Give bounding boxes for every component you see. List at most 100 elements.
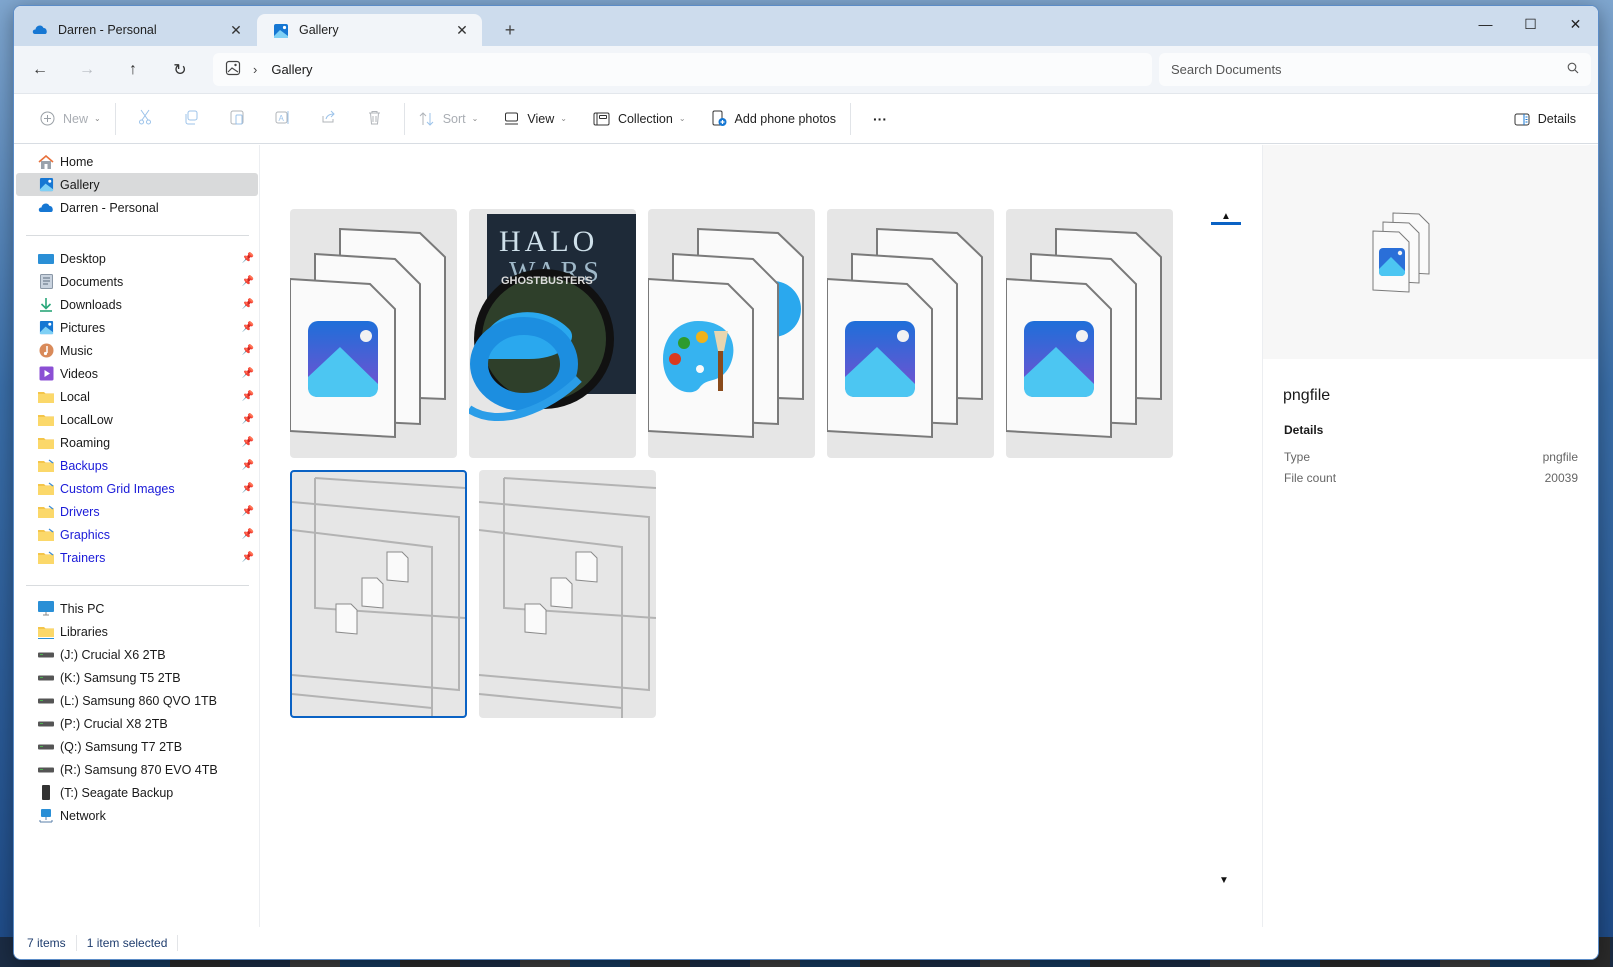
refresh-button[interactable]: ↻: [164, 56, 196, 84]
pin-icon[interactable]: 📌: [242, 276, 254, 287]
sidebar-item-drive-p[interactable]: (P:) Crucial X8 2TB: [16, 712, 258, 735]
pin-icon[interactable]: 📌: [242, 437, 254, 448]
copy-button[interactable]: [168, 102, 214, 136]
gallery-item-selected[interactable]: [290, 470, 467, 718]
paste-button[interactable]: [214, 102, 260, 136]
sidebar-item-documents[interactable]: Documents 📌: [16, 270, 258, 293]
generic-file-stack-icon: [292, 477, 465, 716]
network-icon: [38, 808, 54, 823]
sidebar-item-videos[interactable]: Videos 📌: [16, 362, 258, 385]
tab-darren-personal[interactable]: Darren - Personal ✕: [16, 14, 256, 46]
gallery-item[interactable]: [290, 209, 457, 458]
close-window-button[interactable]: ✕: [1553, 6, 1598, 42]
pin-icon[interactable]: 📌: [242, 368, 254, 379]
maximize-button[interactable]: ☐: [1508, 6, 1553, 42]
collection-button[interactable]: Collection ⌄: [585, 102, 694, 136]
sidebar-item-custom-grid-images[interactable]: Custom Grid Images 📌: [16, 477, 258, 500]
sidebar-item-gallery[interactable]: Gallery: [16, 173, 258, 196]
folder-shortcut-icon: [38, 551, 54, 565]
back-button[interactable]: ←: [24, 56, 56, 84]
more-options-button[interactable]: ···: [857, 102, 903, 136]
close-tab-button[interactable]: ✕: [452, 22, 472, 39]
sidebar-item-label: (J:) Crucial X6 2TB: [60, 647, 166, 662]
details-pane-button[interactable]: Details: [1506, 102, 1584, 136]
pin-icon[interactable]: 📌: [242, 529, 254, 540]
forward-button[interactable]: →: [71, 56, 103, 84]
music-icon: [38, 343, 54, 358]
pin-icon[interactable]: 📌: [242, 345, 254, 356]
gallery-location-icon: [225, 60, 241, 79]
search-box[interactable]: [1159, 53, 1591, 86]
divider: [850, 102, 852, 135]
details-row-file-count: File count 20039: [1284, 471, 1578, 485]
sidebar-item-drivers[interactable]: Drivers 📌: [16, 500, 258, 523]
new-button[interactable]: New ⌄: [32, 102, 109, 136]
add-phone-photos-button[interactable]: Add phone photos: [704, 102, 844, 136]
scroll-up-button[interactable]: ▲: [1211, 211, 1241, 225]
divider: [26, 585, 249, 586]
view-button[interactable]: View ⌄: [496, 102, 575, 136]
breadcrumb[interactable]: › Gallery: [213, 53, 1152, 86]
onedrive-cloud-icon: [32, 23, 48, 37]
sidebar-item-drive-r[interactable]: (R:) Samsung 870 EVO 4TB: [16, 758, 258, 781]
close-tab-button[interactable]: ✕: [226, 22, 246, 39]
pin-icon[interactable]: 📌: [242, 506, 254, 517]
sidebar-item-downloads[interactable]: Downloads 📌: [16, 293, 258, 316]
sidebar-item-graphics[interactable]: Graphics 📌: [16, 523, 258, 546]
gallery-item[interactable]: [479, 470, 656, 718]
sidebar-item-label: Desktop: [60, 251, 106, 266]
pin-icon[interactable]: 📌: [242, 414, 254, 425]
sidebar-item-drive-k[interactable]: (K:) Samsung T5 2TB: [16, 666, 258, 689]
pin-icon[interactable]: 📌: [242, 460, 254, 471]
rename-icon: A: [275, 110, 291, 128]
photos-file-stack-icon: [1372, 212, 1430, 293]
tab-gallery[interactable]: Gallery ✕: [257, 14, 482, 46]
sort-button[interactable]: Sort ⌄: [411, 102, 487, 136]
gallery-item[interactable]: [827, 209, 994, 458]
sidebar-item-drive-q[interactable]: (Q:) Samsung T7 2TB: [16, 735, 258, 758]
sidebar-item-drive-t[interactable]: (T:) Seagate Backup: [16, 781, 258, 804]
sidebar-item-drive-j[interactable]: (J:) Crucial X6 2TB: [16, 643, 258, 666]
scroll-down-button[interactable]: ▼: [1219, 875, 1229, 886]
delete-button[interactable]: [352, 102, 398, 136]
sidebar-item-this-pc[interactable]: This PC: [16, 597, 258, 620]
sidebar-item-roaming[interactable]: Roaming 📌: [16, 431, 258, 454]
sidebar-item-libraries[interactable]: Libraries: [16, 620, 258, 643]
gallery-icon: [38, 177, 54, 192]
pin-icon[interactable]: 📌: [242, 299, 254, 310]
up-button[interactable]: ↑: [117, 56, 149, 84]
gallery-item[interactable]: HALO WARS GHOSTBUSTERS: [469, 209, 636, 458]
gallery-item[interactable]: [648, 209, 815, 458]
sidebar-item-music[interactable]: Music 📌: [16, 339, 258, 362]
sidebar-item-backups[interactable]: Backups 📌: [16, 454, 258, 477]
cut-button[interactable]: [122, 102, 168, 136]
search-input[interactable]: [1171, 62, 1567, 77]
rename-button[interactable]: A: [260, 102, 306, 136]
pin-icon[interactable]: 📌: [242, 552, 254, 563]
new-tab-button[interactable]: +: [498, 20, 522, 41]
sidebar-item-home[interactable]: Home: [16, 150, 258, 173]
gallery-item[interactable]: [1006, 209, 1173, 458]
sidebar-item-label: Documents: [60, 274, 124, 289]
pin-icon[interactable]: 📌: [242, 322, 254, 333]
pin-icon[interactable]: 📌: [242, 253, 254, 264]
sidebar-item-trainers[interactable]: Trainers 📌: [16, 546, 258, 569]
sidebar-item-label: Roaming: [60, 435, 111, 450]
breadcrumb-gallery[interactable]: Gallery: [271, 62, 312, 77]
sidebar-item-locallow[interactable]: LocalLow 📌: [16, 408, 258, 431]
sidebar-item-drive-l[interactable]: (L:) Samsung 860 QVO 1TB: [16, 689, 258, 712]
pin-icon[interactable]: 📌: [242, 391, 254, 402]
preview-area: [1263, 145, 1598, 359]
sidebar-item-network[interactable]: Network: [16, 804, 258, 827]
search-icon[interactable]: [1567, 62, 1579, 77]
pin-icon[interactable]: 📌: [242, 483, 254, 494]
sidebar-item-local[interactable]: Local 📌: [16, 385, 258, 408]
sidebar-item-desktop[interactable]: Desktop 📌: [16, 247, 258, 270]
minimize-button[interactable]: —: [1463, 6, 1508, 42]
sidebar-item-label: Local: [60, 389, 90, 404]
svg-text:GHOSTBUSTERS: GHOSTBUSTERS: [501, 275, 593, 287]
sidebar-item-pictures[interactable]: Pictures 📌: [16, 316, 258, 339]
share-button[interactable]: [306, 102, 352, 136]
sidebar-item-onedrive[interactable]: Darren - Personal: [16, 196, 258, 219]
cut-icon: [138, 109, 152, 128]
